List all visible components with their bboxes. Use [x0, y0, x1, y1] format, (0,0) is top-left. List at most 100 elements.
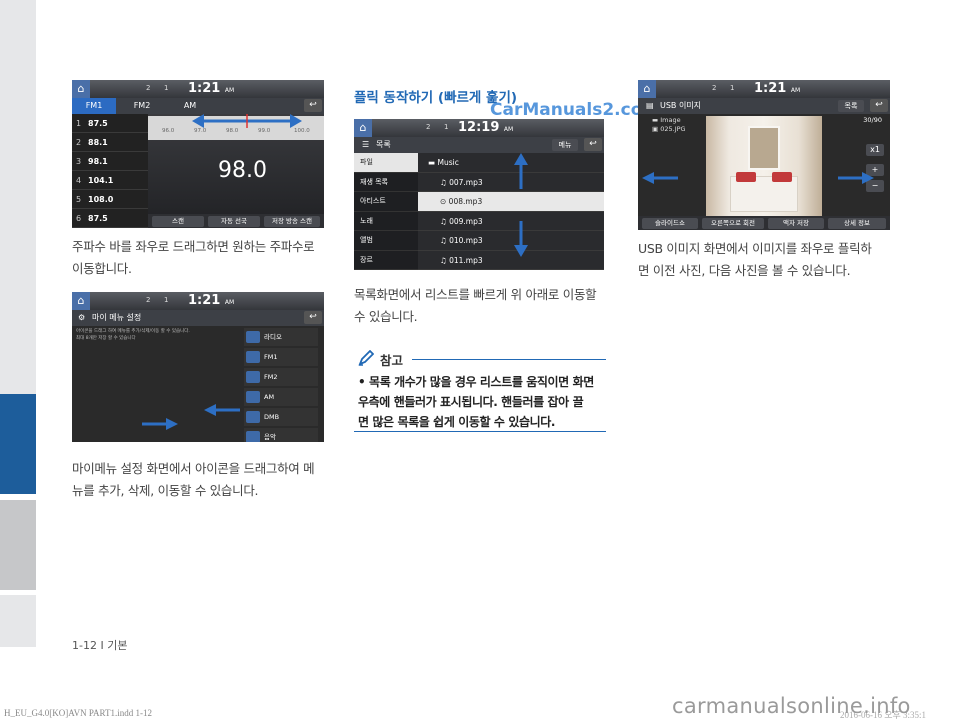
- indicator: 1: [444, 123, 449, 131]
- usb-icon: ▤: [646, 101, 654, 110]
- list-item[interactable]: ♫ 010.mp3: [418, 231, 604, 251]
- caption-line: USB 이미지 화면에서 이미지를 좌우로 플릭하: [638, 241, 872, 256]
- back-icon[interactable]: ↩: [584, 138, 602, 151]
- menu-item-am[interactable]: AM: [244, 388, 318, 406]
- preset-item[interactable]: 5 108.0: [72, 190, 148, 209]
- category-item[interactable]: 재생 목록: [354, 173, 418, 192]
- music-note-icon: ♫: [440, 236, 450, 245]
- menu-item-dmb[interactable]: DMB: [244, 408, 318, 426]
- caption-line: 수 있습니다.: [354, 309, 418, 324]
- image-counter: 30/90: [863, 116, 882, 124]
- menu-item-radio[interactable]: 라디오: [244, 328, 318, 346]
- clock: 1:21 AM: [188, 293, 235, 308]
- list-item[interactable]: ♫ 009.mp3: [418, 212, 604, 231]
- preset-list: 1 87.5 2 88.1 3 98.1 4 104.1 5 108.0 6 87.5: [72, 114, 148, 228]
- photo-image[interactable]: [706, 116, 822, 216]
- play-icon: ⊙: [440, 197, 449, 206]
- preset-item[interactable]: 6 87.5: [72, 209, 148, 228]
- menu-item-fm1[interactable]: FM1: [244, 348, 318, 366]
- scale-label: 98.0: [226, 128, 239, 134]
- caption-line: 주파수 바를 좌우로 드래그하면 원하는 주파수로: [72, 239, 315, 254]
- radio-icon: [246, 331, 260, 343]
- status-bar: ⌂ 2 1 1:21 AM: [72, 292, 324, 310]
- status-bar: ⌂ 2 1 1:21 AM: [638, 80, 890, 98]
- back-icon[interactable]: ↩: [304, 99, 322, 112]
- clock: 12:19 AM: [458, 120, 514, 135]
- caption-line: 목록화면에서 리스트를 빠르게 위 아래로 이동할: [354, 287, 597, 302]
- menu-item-music[interactable]: 음악: [244, 428, 318, 442]
- slideshow-button[interactable]: 슬라이드쇼: [642, 218, 698, 229]
- zoom-level[interactable]: x1: [866, 144, 884, 156]
- folder-item[interactable]: ▬ Image: [652, 116, 686, 125]
- rotate-right-button[interactable]: 오른쪽으로 회전: [702, 218, 764, 229]
- my-menu-title: ⚙ 마이 메뉴 설정 ↩: [72, 310, 324, 326]
- home-icon[interactable]: ⌂: [354, 119, 372, 137]
- note-text: • 목록 개수가 많을 경우 리스트를 움직이면 화면 우측에 핸들러가 표시됩…: [358, 372, 608, 432]
- preset-item[interactable]: 1 87.5: [72, 114, 148, 133]
- scale-label: 96.0: [162, 128, 175, 134]
- music-note-icon: ♫: [440, 255, 450, 265]
- menu-item-fm2[interactable]: FM2: [244, 368, 318, 386]
- scan-button[interactable]: 스캔: [152, 216, 204, 227]
- back-icon[interactable]: ↩: [870, 99, 888, 112]
- home-icon[interactable]: ⌂: [72, 80, 90, 98]
- menu-button[interactable]: 메뉴: [552, 139, 578, 151]
- description-line: 최대 8개만 저장 할 수 있습니다: [76, 336, 136, 341]
- preset-scan-button[interactable]: 저장 방송 스캔: [264, 216, 320, 227]
- image-button-bar: 슬라이드쇼 오른쪽으로 회전 액자 저장 상세 정보: [638, 216, 890, 230]
- my-menu-screenshot: ⌂ 2 1 1:21 AM ⚙ 마이 메뉴 설정 ↩ 아이콘을 드래그 하여 메…: [72, 292, 324, 442]
- list-item[interactable]: ♫ 007.mp3: [418, 173, 604, 192]
- band-tabs: FM1 FM2 AM ↩: [72, 98, 324, 114]
- image-icon: ▣: [652, 125, 661, 133]
- left-arrow-icon: [204, 404, 240, 416]
- sidebar-tab-active: [0, 394, 36, 494]
- save-frame-button[interactable]: 액자 저장: [768, 218, 824, 229]
- music-icon: [246, 431, 260, 442]
- list-item[interactable]: ▬ Music: [418, 153, 604, 173]
- photo-pillow: [772, 172, 792, 182]
- back-icon[interactable]: ↩: [304, 311, 322, 324]
- indicator: 2: [146, 296, 151, 304]
- tv-icon: [246, 411, 260, 423]
- music-note-icon: ♫: [440, 216, 450, 226]
- image-viewer-screenshot: ⌂ 2 1 1:21 AM ▤ USB 이미지 목록 ↩ ▬ Image ▣ 0…: [638, 80, 890, 230]
- print-imprint: H_EU_G4.0[KO]AVN PART1.indd 1-12: [4, 708, 152, 718]
- radio-button-bar: 스캔 자동 선국 저장 방송 스캔: [148, 214, 324, 228]
- tab-am[interactable]: AM: [168, 98, 212, 114]
- caption-line: 면 이전 사진, 다음 사진을 볼 수 있습니다.: [638, 263, 851, 278]
- folder-icon: ▬: [652, 116, 661, 124]
- tuner-area: 96.0 97.0 98.0 99.0 100.0 98.0: [148, 114, 324, 228]
- watermark: CarManuals2.com: [490, 100, 661, 120]
- detail-info-button[interactable]: 상세 정보: [828, 218, 886, 229]
- left-right-arrow-icon: [192, 114, 302, 128]
- home-icon[interactable]: ⌂: [72, 292, 90, 310]
- home-icon[interactable]: ⌂: [638, 80, 656, 98]
- radio-screenshot: ⌂ 2 1 1:21 AM FM1 FM2 AM ↩ 1 87.5 2 88.1 3…: [72, 80, 324, 228]
- caption-my-menu: 마이메뉴 설정 화면에서 아이콘을 드래그하여 메 뉴를 추가, 삭제, 이동할…: [72, 458, 315, 502]
- scale-label: 97.0: [194, 128, 207, 134]
- list-item[interactable]: ⊙ 008.mp3: [418, 192, 604, 212]
- list-button[interactable]: 목록: [838, 100, 864, 112]
- category-item[interactable]: 앨범: [354, 231, 418, 251]
- category-item[interactable]: 아티스트: [354, 192, 418, 212]
- preset-item[interactable]: 4 104.1: [72, 171, 148, 190]
- category-item[interactable]: 노래: [354, 212, 418, 231]
- note-divider: [412, 359, 606, 360]
- auto-tune-button[interactable]: 자동 선국: [208, 216, 260, 227]
- preset-item[interactable]: 2 88.1: [72, 133, 148, 152]
- music-note-icon: ♫: [440, 177, 450, 187]
- indicator: 2: [426, 123, 431, 131]
- list-item[interactable]: ♫ 011.mp3: [418, 251, 604, 270]
- my-menu-items: 라디오 FM1 FM2 AM DMB 음악: [244, 328, 318, 442]
- file-item[interactable]: ▣ 025.JPG: [652, 125, 686, 134]
- category-item[interactable]: 파일: [354, 153, 418, 173]
- category-item[interactable]: 장르: [354, 251, 418, 270]
- preset-item[interactable]: 3 98.1: [72, 152, 148, 171]
- caption-radio: 주파수 바를 좌우로 드래그하면 원하는 주파수로 이동합니다.: [72, 236, 315, 280]
- clock: 1:21 AM: [188, 81, 235, 96]
- current-frequency: 98.0: [218, 158, 267, 183]
- tab-fm2[interactable]: FM2: [120, 98, 164, 114]
- status-bar: ⌂ 2 1 1:21 AM: [72, 80, 324, 98]
- page-footer: 1-12 I 기본: [72, 639, 128, 652]
- tab-fm1[interactable]: FM1: [72, 98, 116, 114]
